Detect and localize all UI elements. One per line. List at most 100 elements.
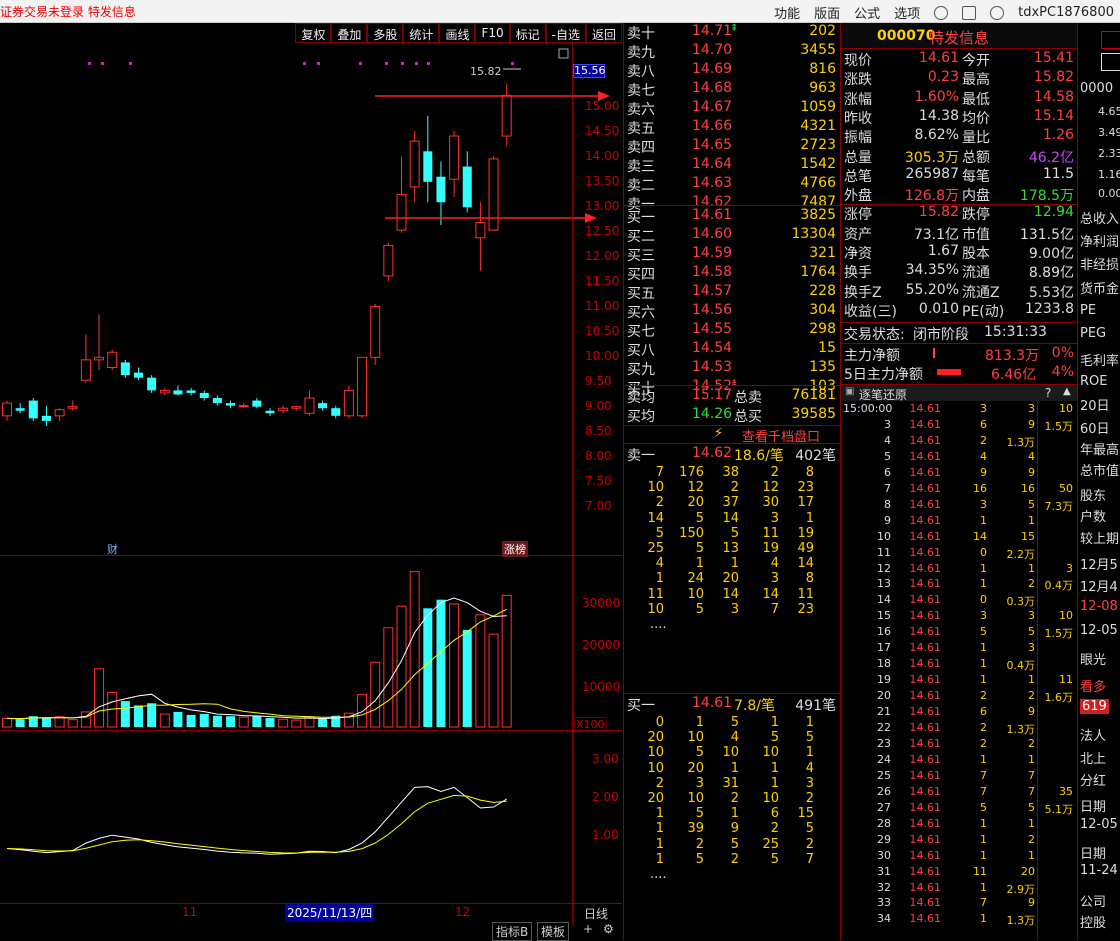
side-item[interactable]: 控股 <box>1080 912 1106 931</box>
side-item[interactable]: ROE <box>1080 374 1107 389</box>
side-item[interactable]: 日期 <box>1080 843 1106 862</box>
menu-function[interactable]: 功能 <box>774 3 800 22</box>
side-item[interactable]: 日期 <box>1080 796 1106 815</box>
bid-row-5[interactable]: 买五 14.57 228 <box>624 283 840 302</box>
tick-row[interactable]: 30 14.61 1 1 <box>841 849 1077 865</box>
bid-row-3[interactable]: 买三 14.59 321 <box>624 245 840 264</box>
refresh-icon[interactable] <box>934 5 949 20</box>
side-item[interactable]: PEG <box>1080 326 1106 341</box>
tick-row[interactable]: 25 14.61 7 7 <box>841 769 1077 785</box>
side-minus-button[interactable] <box>1101 53 1120 71</box>
side-item[interactable]: 非经损 <box>1080 254 1119 273</box>
side-item[interactable]: 12月4 <box>1080 576 1118 595</box>
tick-row[interactable]: 32 14.61 1 2.9万 <box>841 881 1077 897</box>
side-item[interactable]: 公司 <box>1080 891 1106 910</box>
menu-layout[interactable]: 版面 <box>814 3 840 22</box>
ask-row-2[interactable]: 卖二 14.63 4766 <box>624 175 840 194</box>
finance-marker[interactable]: 财 <box>107 541 118 557</box>
tick-row[interactable]: 9 14.61 1 1 <box>841 514 1077 530</box>
bid-row-1[interactable]: 买一 14.61 3825 <box>624 207 840 226</box>
kline-chart-panel[interactable]: 复权 叠加 多股 统计 画线 F10 标记 -自选 返回 15.82 15.00… <box>0 23 622 941</box>
tick-row[interactable]: 14 14.61 0 0.3万 <box>841 593 1077 609</box>
ask-row-4[interactable]: 卖四 14.65 2723 <box>624 137 840 156</box>
tick-row[interactable]: 12 14.61 1 1 3 <box>841 562 1077 578</box>
bid-row-9[interactable]: 买九 14.53 135 <box>624 359 840 378</box>
side-item[interactable]: 11-24 <box>1080 863 1118 878</box>
side-item[interactable]: 12月5 <box>1080 554 1118 573</box>
side-item[interactable]: 货币金 <box>1080 278 1119 297</box>
ask-row-7[interactable]: 卖七 14.68 963 <box>624 80 840 99</box>
tick-row[interactable]: 22 14.61 2 1.3万 <box>841 721 1077 737</box>
tick-row[interactable]: 8 14.61 3 5 7.3万 <box>841 498 1077 514</box>
side-item[interactable]: 总收入 <box>1080 208 1119 227</box>
side-item[interactable]: 0000 <box>1080 81 1113 96</box>
bid-row-8[interactable]: 买八 14.54 15 <box>624 340 840 359</box>
side-item[interactable]: PE <box>1080 303 1096 318</box>
ask-row-8[interactable]: 卖八 14.69 816 <box>624 61 840 80</box>
side-item[interactable]: 股东 <box>1080 485 1106 504</box>
side-item[interactable]: 20日 <box>1080 395 1110 414</box>
side-item[interactable]: 60日 <box>1080 418 1110 437</box>
tick-row[interactable]: 31 14.61 11 20 <box>841 865 1077 881</box>
side-item[interactable]: 12-08 <box>1080 599 1118 614</box>
tick-row[interactable]: 26 14.61 7 7 35 <box>841 785 1077 801</box>
ask-row-5[interactable]: 卖五 14.66 4321 <box>624 118 840 137</box>
bid-row-6[interactable]: 买六 14.56 304 <box>624 302 840 321</box>
ask-row-6[interactable]: 卖六 14.67 1059 <box>624 99 840 118</box>
tick-row[interactable]: 21 14.61 6 9 <box>841 705 1077 721</box>
tick-row[interactable]: 13 14.61 1 2 0.4万 <box>841 577 1077 593</box>
tick-row[interactable]: 23 14.61 2 2 <box>841 737 1077 753</box>
tick-row[interactable]: 18 14.61 1 0.4万 <box>841 657 1077 673</box>
side-item[interactable]: 4.65 <box>1098 105 1120 118</box>
tick-row[interactable]: 11 14.61 0 2.2万 <box>841 546 1077 562</box>
side-item[interactable]: 年最高 <box>1080 439 1119 458</box>
side-item[interactable]: 较上期 <box>1080 528 1119 547</box>
tick-row[interactable]: 17 14.61 1 3 <box>841 641 1077 657</box>
ask-row-10[interactable]: 卖十 14.71 ⇞ 202 <box>624 23 840 42</box>
ticks-header[interactable]: ▣ 逐笔还原 ? ▲ <box>841 384 1077 402</box>
side-item[interactable]: 3.49 <box>1098 126 1120 139</box>
side-item[interactable]: 看多 <box>1080 676 1106 695</box>
login-status[interactable]: 证券交易未登录 特发信息 <box>0 3 136 20</box>
side-item[interactable]: 619 <box>1080 699 1109 714</box>
settings-icon[interactable]: ⚙ <box>603 922 614 936</box>
ask-row-9[interactable]: 卖九 14.70 3455 <box>624 42 840 61</box>
tick-row[interactable]: 33 14.61 7 9 <box>841 896 1077 912</box>
side-item[interactable]: 毛利率 <box>1080 350 1119 369</box>
side-item[interactable]: 眼光 <box>1080 649 1106 668</box>
tick-row[interactable]: 27 14.61 5 5 5.1万 <box>841 801 1077 817</box>
menu-options[interactable]: 选项 <box>894 3 920 22</box>
tick-row[interactable]: 5 14.61 4 4 <box>841 450 1077 466</box>
window-icon[interactable] <box>962 5 977 20</box>
help-icon[interactable]: ? <box>1045 386 1051 400</box>
bid-row-7[interactable]: 买七 14.55 298 <box>624 321 840 340</box>
kline-svg[interactable]: 15.82 <box>0 23 622 940</box>
template-tab[interactable]: 模板 <box>537 922 570 941</box>
side-item[interactable]: 户数 <box>1080 506 1106 525</box>
side-item[interactable]: 法人 <box>1080 725 1106 744</box>
tick-row[interactable]: 7 14.61 16 16 50 <box>841 482 1077 498</box>
side-item[interactable]: 12-05 <box>1080 817 1118 832</box>
side-item[interactable]: 2.33 <box>1098 147 1120 160</box>
tick-row[interactable]: 29 14.61 1 2 <box>841 833 1077 849</box>
tick-row[interactable]: 15 14.61 3 3 10 <box>841 609 1077 625</box>
daily-period-label[interactable]: 日线 <box>584 905 608 922</box>
side-item[interactable]: 12-05 <box>1080 623 1118 638</box>
side-item[interactable]: 1.16 <box>1098 168 1120 181</box>
side-item[interactable]: 分红 <box>1080 770 1106 789</box>
bid-row-2[interactable]: 买二 14.60 13304 <box>624 226 840 245</box>
tick-row[interactable]: 15:00:00 14.61 3 3 10 <box>841 402 1077 418</box>
ask-row-3[interactable]: 卖三 14.64 1542 <box>624 156 840 175</box>
tick-row[interactable]: 24 14.61 1 1 <box>841 753 1077 769</box>
side-item[interactable]: 总市值 <box>1080 460 1119 479</box>
bid-row-4[interactable]: 买四 14.58 1764 <box>624 264 840 283</box>
indicator-b-tab[interactable]: 指标B <box>492 922 533 941</box>
tick-row[interactable]: 28 14.61 1 1 <box>841 817 1077 833</box>
tick-row[interactable]: 10 14.61 14 15 <box>841 530 1077 546</box>
tick-row[interactable]: 16 14.61 5 5 1.5万 <box>841 625 1077 641</box>
tick-row[interactable]: 20 14.61 2 2 1.6万 <box>841 689 1077 705</box>
tick-row[interactable]: 3 14.61 6 9 1.5万 <box>841 418 1077 434</box>
tick-row[interactable]: 4 14.61 2 1.3万 <box>841 434 1077 450</box>
tick-row[interactable]: 34 14.61 1 1.3万 <box>841 912 1077 928</box>
side-item[interactable]: 北上 <box>1080 748 1106 767</box>
